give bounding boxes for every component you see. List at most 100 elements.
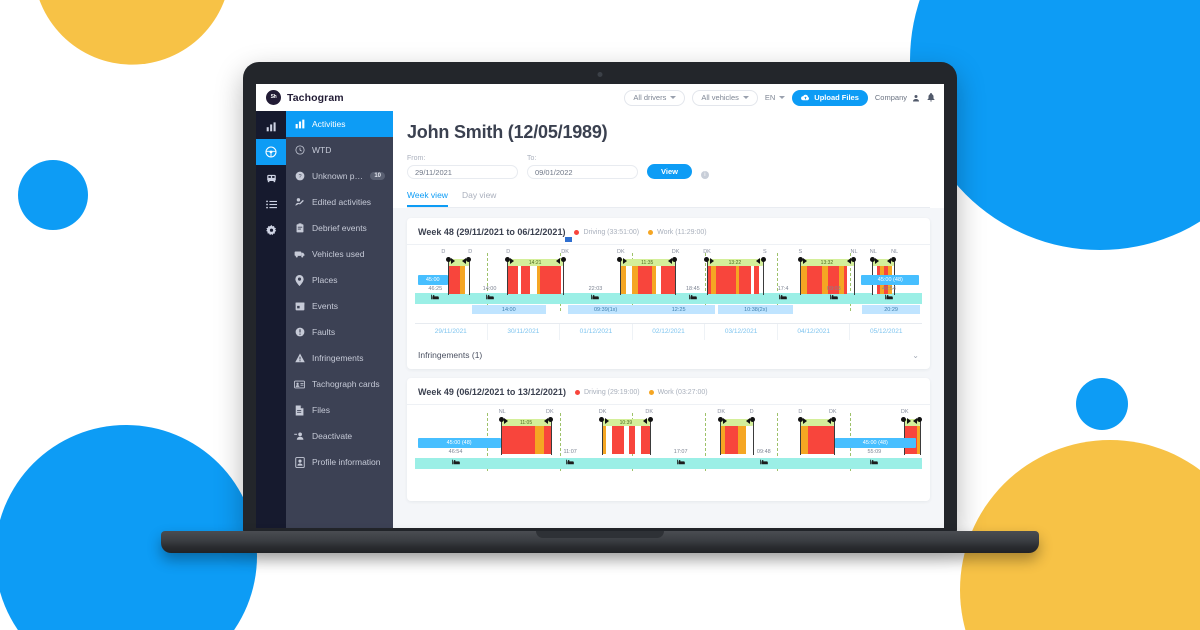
sidebar-item-badge: 10 xyxy=(370,172,385,180)
country-tag: DK xyxy=(598,409,607,415)
activity-segment xyxy=(525,426,535,454)
sidebar-item-unknown-periods[interactable]: ? Unknown periods 10 xyxy=(286,163,393,189)
from-date-input[interactable] xyxy=(407,165,518,179)
start-marker-dot xyxy=(445,256,451,262)
to-date-input[interactable] xyxy=(527,165,638,179)
activity-start-line xyxy=(800,419,802,455)
rail-item-settings[interactable] xyxy=(256,217,286,243)
tachogram-logo-icon: Sh xyxy=(266,90,281,105)
activity-bar[interactable] xyxy=(601,426,651,454)
daily-rest-chip[interactable]: 10:38(2x) xyxy=(718,305,794,314)
weekly-rest-chip[interactable]: 45:00 xyxy=(417,275,448,285)
infringements-row[interactable]: Infringements (1) ⌄ xyxy=(407,341,930,369)
yellow-circle-top xyxy=(33,0,231,65)
upload-files-button[interactable]: Upload Files xyxy=(792,89,868,106)
rail-item-vehicles[interactable] xyxy=(256,165,286,191)
rail-item-analytics[interactable] xyxy=(256,113,286,139)
daily-rest-chip[interactable]: 20:29 xyxy=(862,305,920,314)
activity-end-line xyxy=(752,419,754,455)
sidebar-item-label: WTD xyxy=(312,145,332,155)
rest-bed-icon xyxy=(451,459,460,467)
activity-bar[interactable] xyxy=(706,266,764,294)
week-card-header: Week 48 (29/11/2021 to 06/12/2021) Drivi… xyxy=(407,218,930,245)
legend-dot-work xyxy=(648,389,654,395)
rest-bed-icon xyxy=(431,294,440,302)
company-label: Company xyxy=(874,93,907,102)
chevron-down-icon xyxy=(742,96,749,99)
legend-label-driving: Driving (33:51:00) xyxy=(583,228,640,236)
daily-rest-value: 17:4 xyxy=(777,286,789,292)
country-tag: DK xyxy=(561,249,569,255)
company-menu[interactable]: Company xyxy=(875,93,920,102)
sidebar-item-vehicles-used[interactable]: Vehicles used xyxy=(286,241,393,267)
sidebar-item-activities[interactable]: Activities xyxy=(286,111,393,137)
weekly-rest-chip[interactable]: 45:00 (48) xyxy=(417,438,501,448)
sidebar-item-profile-information[interactable]: Profile information xyxy=(286,449,393,475)
activity-segment xyxy=(507,266,515,294)
activity-bar[interactable] xyxy=(800,426,834,454)
sidebar-nav: Activities WTD? Unknown periods 10 Edited ac… xyxy=(286,111,393,528)
rail-item-drivers[interactable] xyxy=(256,139,286,165)
sidebar-item-events[interactable]: Events xyxy=(286,293,393,319)
weekly-rest-chip[interactable]: 45:00 (48) xyxy=(834,438,916,448)
country-tag: NL xyxy=(850,249,858,255)
sidebar-item-edited-activities[interactable]: Edited activities xyxy=(286,189,393,215)
sidebar-item-tachograph-cards[interactable]: Tachograph cards xyxy=(286,371,393,397)
daily-rest-chip[interactable]: 12:25 xyxy=(642,305,716,314)
info-icon[interactable]: i xyxy=(700,171,709,179)
sidebar-item-label: Faults xyxy=(312,327,336,337)
sidebar-item-infringements[interactable]: Infringements xyxy=(286,345,393,371)
vehicles-filter-dropdown[interactable]: All vehicles xyxy=(692,89,758,106)
view-button[interactable]: View xyxy=(647,164,692,179)
language-dropdown[interactable]: EN xyxy=(765,93,786,102)
tab-day-view[interactable]: Day view xyxy=(462,190,496,207)
sidebar-item-deactivate[interactable]: Deactivate xyxy=(286,423,393,449)
end-marker-arrow xyxy=(667,257,672,264)
sidebar-item-faults[interactable]: Faults xyxy=(286,319,393,345)
daily-rest-value: 46:54 xyxy=(448,449,463,455)
drivers-filter-dropdown[interactable]: All drivers xyxy=(624,89,686,106)
drive-duration-label: 11:35 xyxy=(641,259,654,266)
start-marker-arrow xyxy=(622,257,627,264)
daily-rest-value: 46:54 xyxy=(882,286,896,292)
sidebar-item-wtd[interactable]: WTD xyxy=(286,137,393,163)
activity-start-line xyxy=(601,419,603,455)
week-activity-chart[interactable]: 14:21 11:35 13:22 13:32 D D D DK DK DK DK S S NL NL NL 4… xyxy=(407,237,930,341)
sidebar-item-label: Infringements xyxy=(312,353,364,363)
activity-bar[interactable] xyxy=(448,266,469,294)
start-marker-arrow xyxy=(504,417,509,424)
activity-bar[interactable] xyxy=(720,426,752,454)
tab-week-view[interactable]: Week view xyxy=(407,190,448,207)
chevron-down-icon xyxy=(670,96,677,99)
rest-bed-icon xyxy=(779,294,787,302)
main-header: John Smith (12/05/1989) From: To: xyxy=(393,111,944,208)
end-marker-dot xyxy=(548,416,554,422)
sidebar-item-label: Unknown periods xyxy=(312,171,363,181)
sidebar-item-label: Places xyxy=(312,275,338,285)
user-minus-icon xyxy=(294,431,305,441)
sidebar-item-places[interactable]: Places xyxy=(286,267,393,293)
brand[interactable]: Sh Tachogram xyxy=(266,90,344,105)
weekly-rest-chip[interactable]: 45:00 (48) xyxy=(861,275,920,285)
activity-segment xyxy=(507,426,518,454)
activity-bar[interactable] xyxy=(501,426,551,454)
laptop-notch xyxy=(536,531,664,538)
end-marker-arrow xyxy=(826,417,831,424)
activity-end-line xyxy=(650,419,652,455)
rail-item-reports[interactable] xyxy=(256,191,286,217)
week-activity-chart[interactable]: 11:05 10:39 NL DK DK DK DK D D DK DK 45:00 (48) 45:0… xyxy=(407,405,930,501)
activity-bar[interactable] xyxy=(507,266,563,294)
daily-rest-value: 22:03 xyxy=(588,286,603,292)
bell-icon[interactable] xyxy=(927,93,935,102)
to-field-group: To: xyxy=(527,155,638,179)
daily-rest-chip[interactable]: 09:39(1x) xyxy=(568,305,644,314)
start-marker-arrow xyxy=(803,417,808,424)
daily-rest-chip[interactable]: 14:00 xyxy=(471,305,546,314)
activity-bar[interactable] xyxy=(619,266,675,294)
sidebar-item-debrief-events[interactable]: Debrief events xyxy=(286,215,393,241)
end-marker-dot xyxy=(917,416,923,422)
daily-rest-value: 14:00 xyxy=(482,286,497,292)
sidebar-item-files[interactable]: Files xyxy=(286,397,393,423)
rest-bed-icon xyxy=(688,294,697,302)
rest-bed-icon xyxy=(591,294,600,302)
